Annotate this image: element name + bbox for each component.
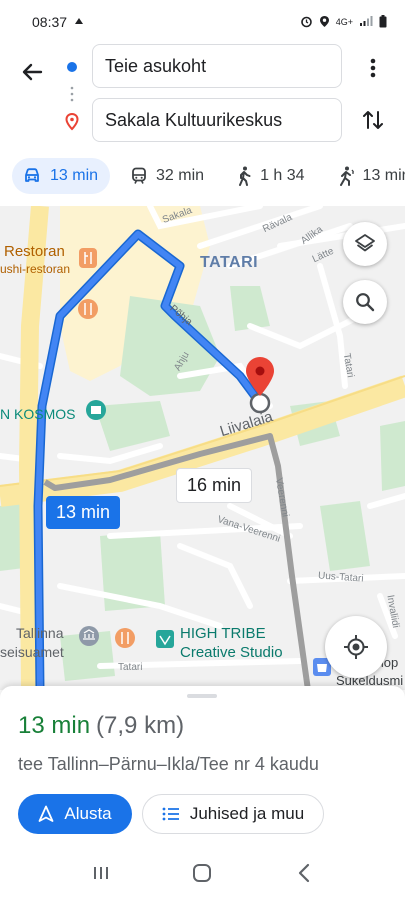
location-status-icon — [319, 15, 330, 30]
sheet-drag-handle[interactable] — [187, 694, 217, 698]
navigation-arrow-icon — [38, 805, 54, 822]
my-location-button[interactable] — [325, 616, 387, 678]
restaurant-poi-icon[interactable] — [115, 628, 135, 648]
tab-transit-label: 32 min — [156, 167, 205, 184]
tab-drive[interactable]: 13 min — [12, 158, 111, 194]
map-label-tatari-bottom: Tatari — [118, 662, 143, 673]
map-label-creative-studio: Creative Studio — [180, 644, 283, 661]
back-system-button[interactable] — [284, 853, 324, 893]
studio-poi-icon[interactable] — [156, 630, 174, 648]
alarm-icon — [300, 15, 313, 30]
origin-field[interactable]: Teie asukoht — [92, 44, 342, 88]
tab-walk-label: 1 h 34 — [260, 167, 305, 184]
route-distance: (7,9 km) — [96, 712, 185, 739]
map-label-tatari-district: TATARI — [200, 254, 259, 271]
battery-icon — [379, 14, 387, 30]
more-options-button[interactable] — [355, 50, 391, 86]
crosshair-icon — [344, 635, 368, 659]
tab-ride[interactable]: 13 min — [327, 158, 405, 194]
layers-icon — [355, 234, 375, 252]
route-time-chip-alternative[interactable]: 16 min — [176, 468, 253, 503]
start-label: Alusta — [64, 804, 112, 823]
list-icon — [162, 807, 179, 821]
status-time: 08:37 — [32, 14, 68, 30]
chevron-left-icon — [299, 863, 310, 883]
notification-icon — [73, 14, 85, 30]
tab-drive-label: 13 min — [50, 167, 99, 184]
restaurant-poi-icon[interactable] — [78, 299, 98, 319]
map-park — [380, 421, 405, 491]
map-label-tallinna: Tallinna — [16, 625, 64, 641]
car-icon — [25, 168, 39, 182]
system-nav-bar — [0, 846, 405, 900]
directions-panel: Teie asukoht Sakala Kultuurikeskus — [0, 44, 405, 144]
destination-field[interactable]: Sakala Kultuurikeskus — [92, 98, 342, 142]
more-vert-icon — [370, 58, 376, 78]
route-dots-icon — [65, 61, 79, 131]
arrow-back-icon — [22, 63, 43, 81]
restaurant-poi-icon[interactable] — [79, 248, 97, 268]
map-label-sushi: ushi-restoran — [0, 262, 71, 276]
home-button[interactable] — [182, 853, 222, 893]
map-view[interactable]: Restoran ushi-restoran TATARI N KOSMOS L… — [0, 206, 405, 690]
route-summary-sheet[interactable]: 13 min (7,9 km) tee Tallinn–Pärnu–Ikla/Te… — [0, 686, 405, 846]
swap-vert-icon — [363, 111, 383, 129]
map-search-button[interactable] — [343, 280, 387, 324]
museum-poi-icon[interactable] — [79, 626, 99, 646]
route-summary: 13 min (7,9 km) — [18, 712, 184, 740]
map-park — [320, 501, 370, 571]
network-type: 4G+ — [335, 17, 353, 27]
tab-ride-label: 13 min — [362, 167, 405, 184]
tab-transit[interactable]: 32 min — [120, 158, 216, 194]
route-via: tee Tallinn–Pärnu–Ikla/Tee nr 4 kaudu — [18, 754, 319, 774]
signal-icon — [359, 15, 373, 29]
search-icon — [356, 293, 375, 312]
map-label-high-tribe: HIGH TRIBE — [180, 625, 266, 642]
train-icon — [132, 167, 146, 184]
ride-icon — [339, 166, 354, 186]
layers-button[interactable] — [343, 222, 387, 266]
route-duration: 13 min — [18, 712, 91, 739]
steps-label: Juhised ja muu — [189, 804, 305, 823]
route-time-chip-primary[interactable]: 13 min — [46, 496, 121, 529]
back-button[interactable] — [14, 54, 50, 90]
recent-apps-button[interactable] — [81, 853, 121, 893]
status-bar: 08:37 4G+ — [0, 0, 405, 44]
travel-mode-tabs: 13 min 32 min 1 h 34 13 min — [0, 154, 405, 198]
tab-walk[interactable]: 1 h 34 — [226, 158, 316, 194]
swap-button[interactable] — [355, 102, 391, 138]
home-icon — [193, 864, 212, 882]
recent-apps-icon — [93, 867, 108, 879]
walk-icon — [239, 166, 251, 186]
map-label-kosmos: N KOSMOS — [0, 406, 76, 422]
map-label-restoran: Restoran — [4, 243, 65, 260]
map-label-seisuamet: seisuamet — [0, 644, 64, 660]
steps-button[interactable]: Juhised ja muu — [142, 794, 324, 834]
start-navigation-button[interactable]: Alusta — [18, 794, 132, 834]
cinema-poi-icon[interactable] — [86, 400, 106, 420]
